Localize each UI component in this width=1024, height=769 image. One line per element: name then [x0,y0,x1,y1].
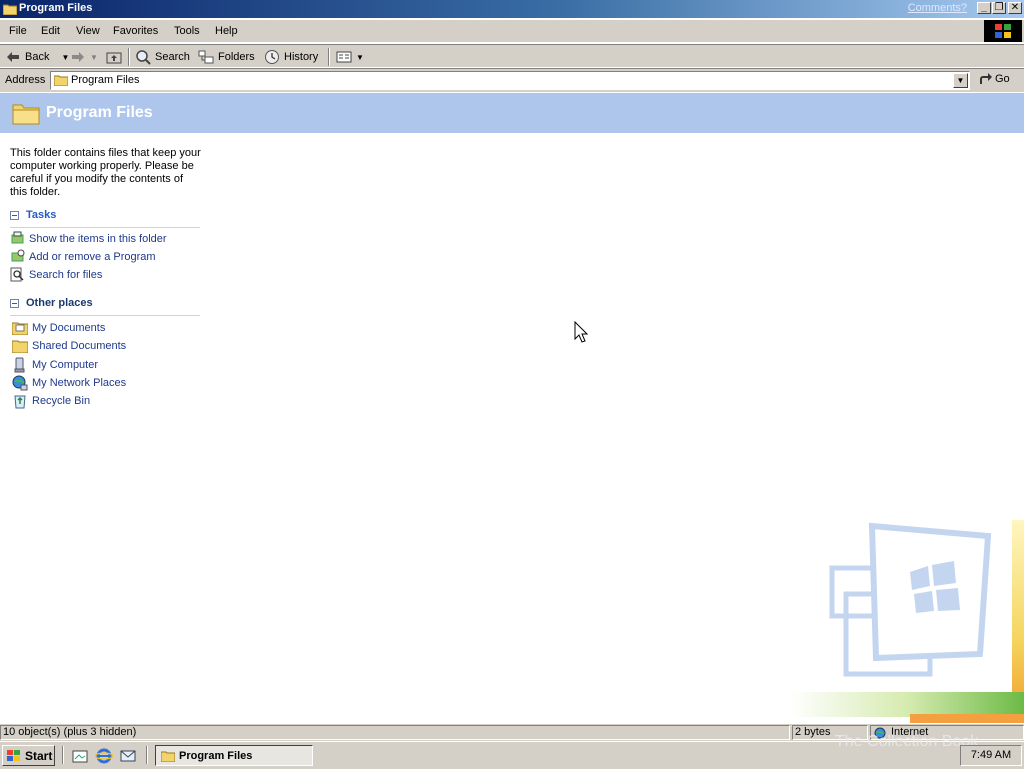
taskbar: Start Program Files The Collection Book … [0,733,1024,769]
show-desktop-icon[interactable] [71,747,89,765]
my-documents-icon [12,322,28,335]
folder-description: This folder contains files that keep you… [10,147,201,198]
windows-logo-icon [984,20,1022,42]
taskbar-program-files-button[interactable]: Program Files [155,745,313,766]
address-label: Address [5,74,46,86]
up-folder-button[interactable] [106,48,122,66]
search-files-icon [10,267,24,282]
search-button[interactable]: Search [135,48,190,66]
folder-header-band: Program Files [0,93,1024,133]
collapse-icon[interactable] [10,210,19,220]
address-value: Program Files [71,74,140,86]
place-my-network-places[interactable]: My Network Places [12,375,126,391]
place-my-documents[interactable]: My Documents [12,321,105,335]
menu-favorites[interactable]: Favorites [113,25,158,37]
restore-button[interactable]: ❐ [992,2,1006,14]
web-view-left-pane: This folder contains files that keep you… [0,133,210,723]
chevron-down-icon: ▼ [61,52,70,62]
folder-large-icon [12,104,40,125]
start-button[interactable]: Start [2,745,55,766]
add-remove-programs-icon [11,249,25,262]
chevron-down-icon: ▼ [90,52,98,62]
task-search-files[interactable]: Search for files [10,267,102,282]
address-bar: Address Program Files ▼ Go [0,68,1024,92]
folders-button[interactable]: Folders [198,48,255,66]
views-button[interactable]: ▼ [336,48,364,66]
task-show-items[interactable]: Show the items in this folder [10,231,167,246]
menu-bar: File Edit View Favorites Tools Help [0,20,1024,43]
task-add-remove-program[interactable]: Add or remove a Program [10,249,156,264]
recycle-bin-icon [14,395,26,409]
shared-folder-icon [12,340,28,353]
chevron-down-icon: ▼ [356,52,364,62]
forward-button[interactable]: ▼ [70,48,98,66]
mouse-cursor-icon [574,321,588,343]
folder-title: Program Files [46,104,153,121]
standard-toolbar: Back ▼ ▼ Search Folders History ▼ [0,44,1024,68]
title-bar[interactable]: Program Files Comments? _ ❐ ✕ [0,0,1024,18]
program-icon [11,231,24,244]
views-grid-icon [336,51,352,63]
place-recycle-bin[interactable]: Recycle Bin [12,393,90,409]
menu-view[interactable]: View [76,25,100,37]
menu-tools[interactable]: Tools [174,25,200,37]
collection-book-watermark: The Collection Book [835,733,979,750]
status-object-count: 10 object(s) (plus 3 hidden) [0,725,790,740]
tasks-section-header[interactable]: Tasks [10,209,56,221]
system-tray-clock[interactable]: 7:49 AM [960,745,1022,766]
other-places-section-header[interactable]: Other places [10,297,93,309]
search-icon [136,50,151,65]
close-button[interactable]: ✕ [1008,2,1022,14]
internet-explorer-icon[interactable] [95,747,113,765]
go-button[interactable]: Go [978,72,1010,86]
folders-icon [198,50,214,64]
menu-file[interactable]: File [9,25,27,37]
go-arrow-icon [980,73,992,84]
history-clock-icon [265,50,279,64]
windows-flag-icon [7,749,20,761]
back-button[interactable]: Back ▼ [5,48,69,66]
folder-icon [3,4,17,15]
place-shared-documents[interactable]: Shared Documents [12,339,126,353]
forward-arrow-icon [72,52,84,62]
outlook-express-icon[interactable] [119,747,137,765]
menu-edit[interactable]: Edit [41,25,60,37]
back-arrow-icon [7,52,19,62]
network-globe-icon [12,375,28,391]
folder-icon [54,75,68,86]
folder-icon [161,751,175,762]
address-dropdown-button[interactable]: ▼ [953,73,968,88]
history-button[interactable]: History [264,48,318,66]
collapse-icon[interactable] [10,298,19,308]
comments-link[interactable]: Comments? [908,2,967,14]
menu-help[interactable]: Help [215,25,238,37]
minimize-button[interactable]: _ [977,2,991,14]
place-my-computer[interactable]: My Computer [12,357,98,373]
my-computer-icon [14,357,25,373]
windows-watermark-graphic [790,520,1024,723]
window-title: Program Files [19,2,93,14]
address-input[interactable]: Program Files ▼ [50,71,970,90]
up-folder-icon [106,52,122,64]
